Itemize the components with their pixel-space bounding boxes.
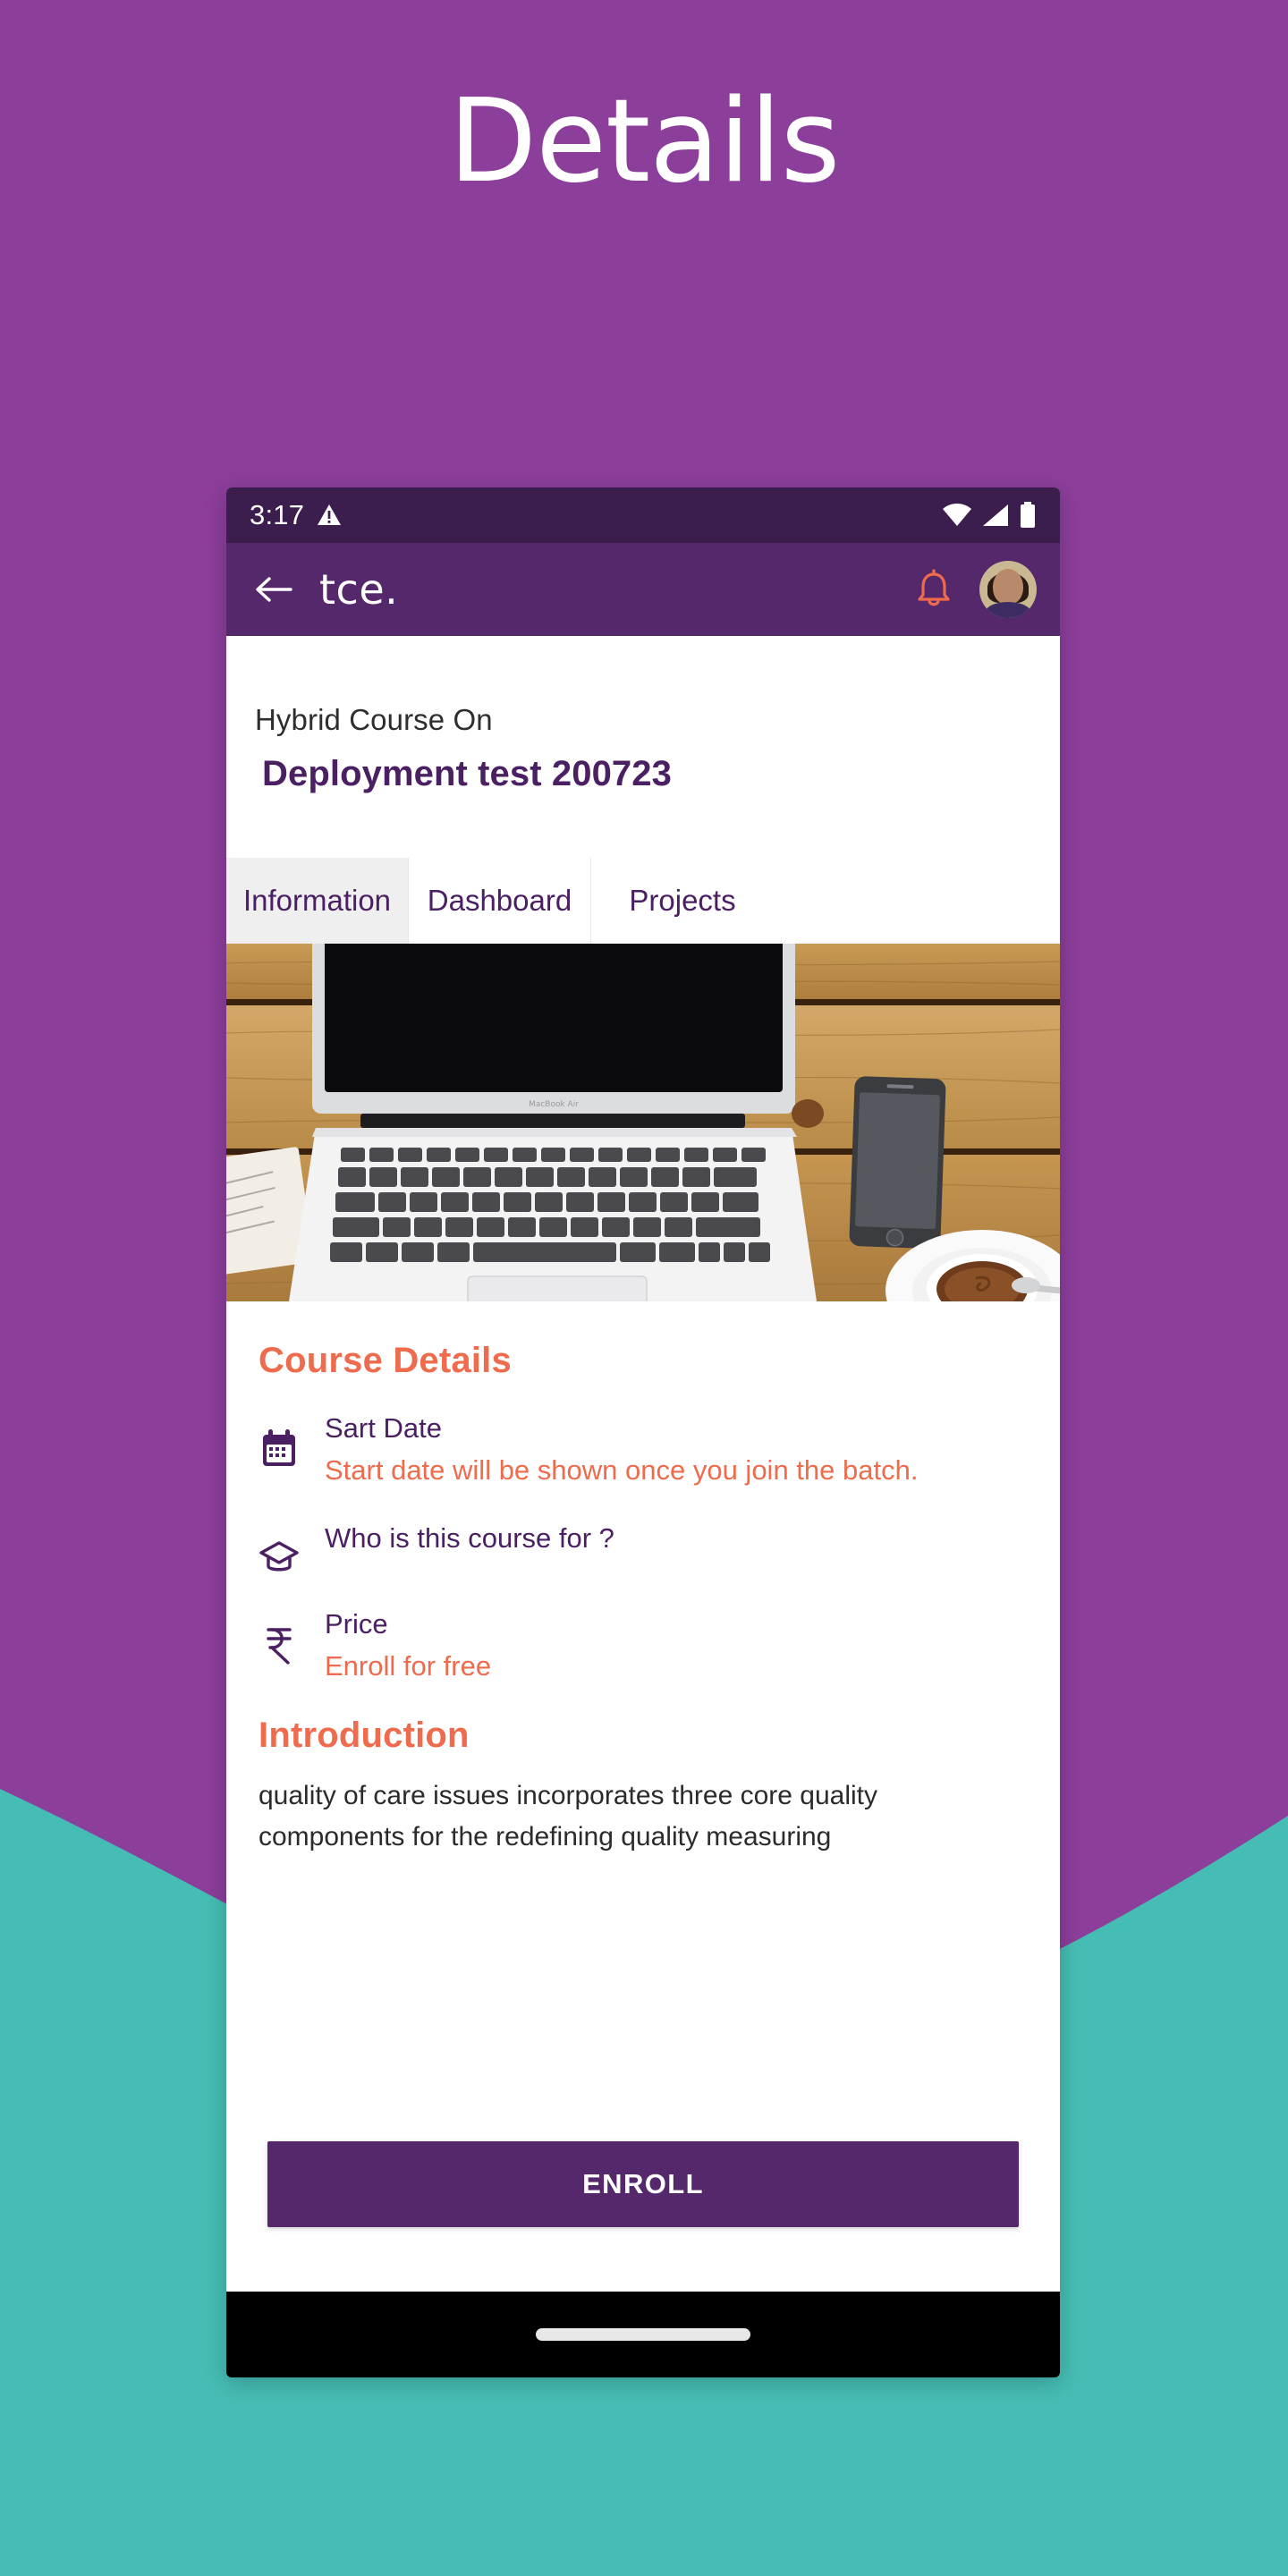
- course-hero-image: MacBook Air: [226, 944, 1060, 1301]
- detail-value-price: Enroll for free: [325, 1650, 492, 1682]
- calendar-icon: [263, 1429, 295, 1466]
- phone-screen: 3:17 tce. Hybrid Course On Deployment te…: [226, 487, 1060, 2377]
- user-avatar[interactable]: [979, 561, 1037, 618]
- tab-dashboard[interactable]: Dashboard: [409, 858, 591, 944]
- avatar-body: [986, 602, 1030, 618]
- course-details-heading: Course Details: [258, 1341, 512, 1380]
- home-gesture-pill[interactable]: [536, 2328, 750, 2341]
- course-details-section: Course Details Sart Date Start date will…: [226, 1301, 1060, 2292]
- course-header: Hybrid Course On Deployment test 200723: [226, 636, 1060, 858]
- system-navigation-bar: [226, 2292, 1060, 2377]
- svg-text:MacBook Air: MacBook Air: [529, 1100, 579, 1109]
- battery-icon: [1021, 502, 1035, 528]
- detail-icon-wrap: [258, 1606, 300, 1665]
- status-bar-right: [942, 502, 1037, 529]
- detail-row-start-date: Sart Date Start date will be shown once …: [258, 1410, 1028, 1489]
- warning-triangle-icon: [318, 504, 342, 525]
- status-time: 3:17: [250, 499, 305, 530]
- detail-icon-wrap: [258, 1410, 300, 1469]
- rupee-icon: [267, 1628, 292, 1665]
- app-brand-logo[interactable]: tce.: [319, 565, 398, 614]
- introduction-body: quality of care issues incorporates thre…: [258, 1781, 878, 1852]
- detail-row-audience: Who is this course for ?: [258, 1520, 1028, 1575]
- status-bar-left: 3:17: [250, 499, 342, 531]
- detail-label-audience: Who is this course for ?: [325, 1522, 614, 1555]
- detail-row-price: Price Enroll for free: [258, 1606, 1028, 1685]
- detail-label-price: Price: [325, 1608, 388, 1640]
- app-bar: tce.: [226, 543, 1060, 636]
- status-bar: 3:17: [226, 487, 1060, 543]
- phone-mockup: 3:17 tce. Hybrid Course On Deployment te…: [226, 487, 1060, 2377]
- bell-icon[interactable]: [915, 569, 953, 610]
- tab-information[interactable]: Information: [226, 858, 409, 944]
- wifi-icon: [943, 504, 971, 526]
- page-title: Details: [448, 75, 841, 208]
- detail-text-wrap: Price Enroll for free: [321, 1606, 1028, 1685]
- introduction-heading: Introduction: [258, 1716, 470, 1756]
- tab-bar: Information Dashboard Projects: [226, 858, 1060, 944]
- back-arrow-icon[interactable]: [253, 570, 292, 609]
- course-kicker: Hybrid Course On: [255, 703, 493, 736]
- desk-photo-illustration: MacBook Air: [226, 944, 1060, 1301]
- course-details-list: Sart Date Start date will be shown once …: [258, 1410, 1028, 1685]
- detail-label-start-date: Sart Date: [325, 1412, 442, 1444]
- cellular-signal-icon: [983, 504, 1008, 526]
- detail-text-wrap: Sart Date Start date will be shown once …: [321, 1410, 1028, 1489]
- tab-projects[interactable]: Projects: [591, 858, 774, 944]
- detail-value-start-date: Start date will be shown once you join t…: [325, 1453, 919, 1486]
- course-title: Deployment test 200723: [262, 753, 672, 793]
- avatar-face: [993, 569, 1023, 606]
- detail-text-wrap: Who is this course for ?: [321, 1520, 1028, 1557]
- detail-icon-wrap: [258, 1520, 300, 1575]
- graduation-cap-icon: [259, 1541, 299, 1572]
- enroll-button[interactable]: ENROLL: [267, 2141, 1019, 2227]
